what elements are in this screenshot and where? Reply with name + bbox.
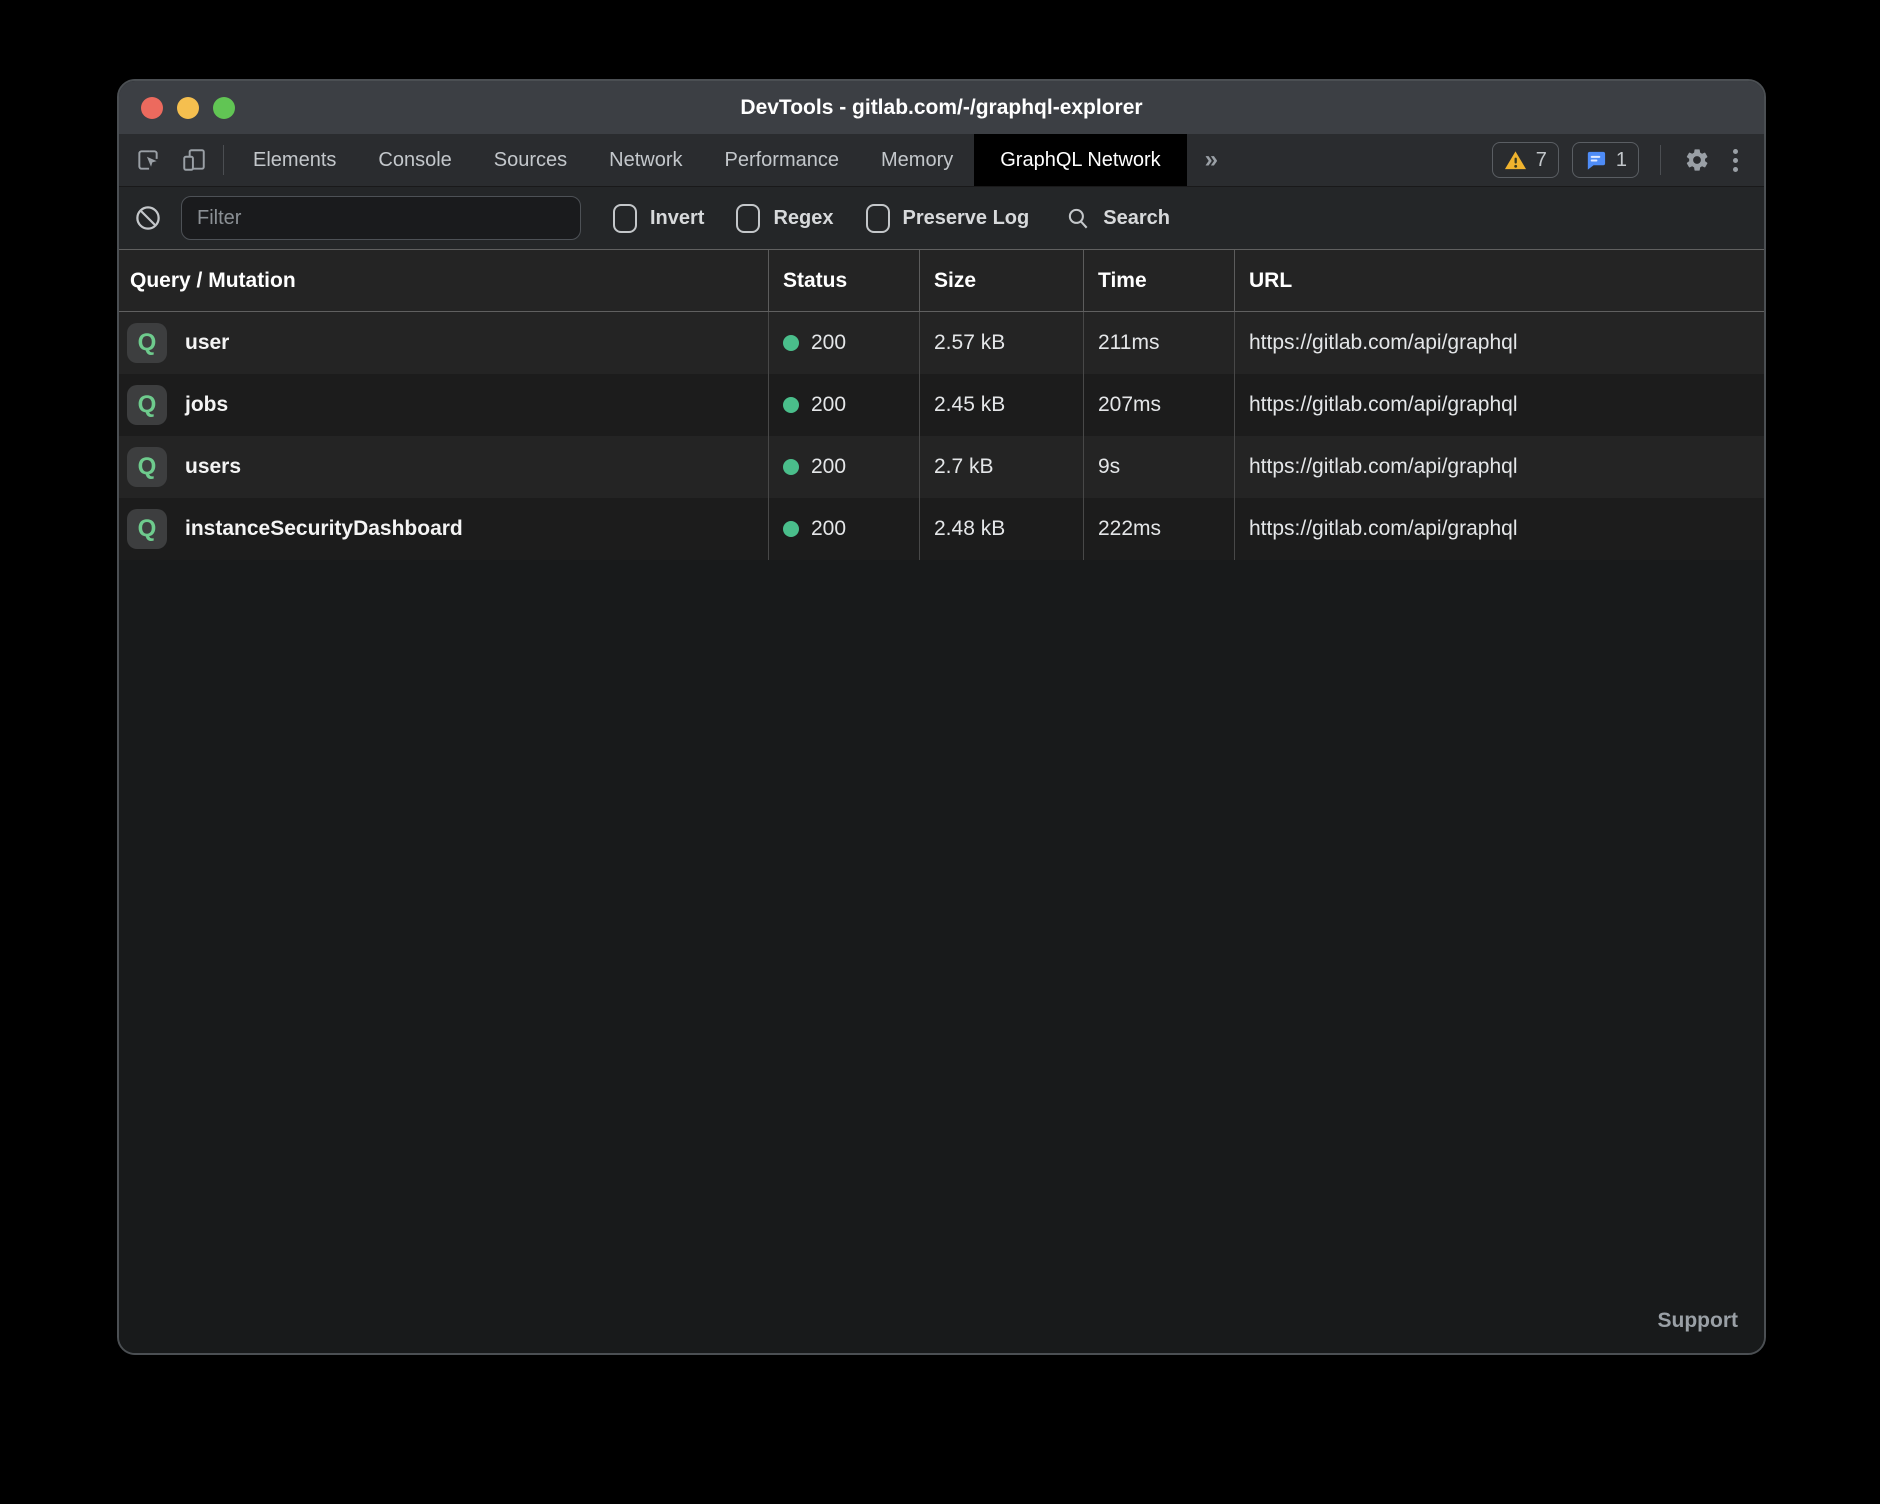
more-options-kebab-icon[interactable] — [1725, 149, 1746, 172]
table-row[interactable]: Q users 200 2.7 kB 9s https://gitlab.com… — [119, 436, 1764, 498]
query-type-badge: Q — [127, 323, 167, 363]
response-time: 207ms — [1083, 374, 1234, 436]
response-size: 2.48 kB — [919, 498, 1083, 560]
tab-memory[interactable]: Memory — [860, 134, 974, 186]
inspect-element-icon[interactable] — [133, 145, 163, 175]
table-row[interactable]: Q user 200 2.57 kB 211ms https://gitlab.… — [119, 312, 1764, 374]
tab-performance[interactable]: Performance — [704, 134, 861, 186]
toolbar-divider — [223, 145, 224, 175]
regex-label: Regex — [773, 207, 833, 230]
invert-checkbox-group: Invert — [613, 204, 704, 233]
query-name: instanceSecurityDashboard — [185, 517, 463, 541]
status-dot — [783, 459, 799, 475]
filter-input[interactable] — [181, 196, 581, 240]
minimize-window-button[interactable] — [177, 97, 199, 119]
response-time: 211ms — [1083, 312, 1234, 374]
preserve-log-label: Preserve Log — [903, 207, 1030, 230]
request-url: https://gitlab.com/api/graphql — [1234, 436, 1764, 498]
column-header-size: Size — [919, 250, 1083, 311]
search-control[interactable]: Search — [1065, 205, 1170, 231]
tab-elements[interactable]: Elements — [232, 134, 357, 186]
badge-divider — [1660, 145, 1661, 175]
column-header-status: Status — [768, 250, 919, 311]
status-dot — [783, 397, 799, 413]
issues-count: 1 — [1616, 149, 1627, 172]
query-type-badge: Q — [127, 385, 167, 425]
message-icon — [1584, 149, 1607, 172]
tab-sources[interactable]: Sources — [473, 134, 588, 186]
device-toolbar-icon[interactable] — [179, 145, 209, 175]
settings-gear-icon[interactable] — [1682, 145, 1712, 175]
status-code: 200 — [811, 393, 846, 417]
window-title: DevTools - gitlab.com/-/graphql-explorer — [119, 96, 1764, 120]
devtools-window: DevTools - gitlab.com/-/graphql-explorer… — [117, 79, 1766, 1355]
more-tabs-chevron[interactable]: » — [1187, 134, 1236, 186]
status-code: 200 — [811, 517, 846, 541]
response-size: 2.7 kB — [919, 436, 1083, 498]
request-url: https://gitlab.com/api/graphql — [1234, 312, 1764, 374]
tab-graphql-network[interactable]: GraphQL Network — [974, 134, 1186, 186]
status-dot — [783, 521, 799, 537]
tab-network[interactable]: Network — [588, 134, 703, 186]
traffic-lights — [141, 97, 235, 119]
table-row[interactable]: Q jobs 200 2.45 kB 207ms https://gitlab.… — [119, 374, 1764, 436]
column-header-url: URL — [1234, 250, 1764, 311]
query-type-badge: Q — [127, 509, 167, 549]
regex-checkbox-group: Regex — [736, 204, 833, 233]
request-url: https://gitlab.com/api/graphql — [1234, 374, 1764, 436]
filter-toolbar: Invert Regex Preserve Log Search — [119, 187, 1764, 249]
support-link[interactable]: Support — [1658, 1309, 1738, 1333]
invert-label: Invert — [650, 207, 704, 230]
request-url: https://gitlab.com/api/graphql — [1234, 498, 1764, 560]
close-window-button[interactable] — [141, 97, 163, 119]
status-code: 200 — [811, 331, 846, 355]
query-name: users — [185, 455, 241, 479]
status-dot — [783, 335, 799, 351]
response-time: 9s — [1083, 436, 1234, 498]
regex-checkbox[interactable] — [736, 204, 760, 233]
issues-badge[interactable]: 1 — [1572, 142, 1639, 178]
preserve-log-checkbox[interactable] — [866, 204, 890, 233]
empty-results-area: Support — [119, 560, 1764, 1353]
warnings-badge[interactable]: 7 — [1492, 142, 1559, 178]
warnings-count: 7 — [1536, 149, 1547, 172]
query-name: user — [185, 331, 229, 355]
column-header-time: Time — [1083, 250, 1234, 311]
search-icon — [1065, 205, 1091, 231]
query-type-badge: Q — [127, 447, 167, 487]
devtools-tab-bar: Elements Console Sources Network Perform… — [119, 134, 1764, 187]
search-label: Search — [1103, 207, 1170, 230]
warning-icon — [1504, 149, 1527, 172]
preserve-log-checkbox-group: Preserve Log — [866, 204, 1030, 233]
title-bar: DevTools - gitlab.com/-/graphql-explorer — [119, 81, 1764, 134]
invert-checkbox[interactable] — [613, 204, 637, 233]
clear-log-icon[interactable] — [133, 203, 163, 233]
panel-tabs: Elements Console Sources Network Perform… — [232, 134, 1236, 186]
response-size: 2.45 kB — [919, 374, 1083, 436]
response-time: 222ms — [1083, 498, 1234, 560]
response-size: 2.57 kB — [919, 312, 1083, 374]
zoom-window-button[interactable] — [213, 97, 235, 119]
tab-console[interactable]: Console — [357, 134, 472, 186]
query-name: jobs — [185, 393, 228, 417]
status-code: 200 — [811, 455, 846, 479]
table-header-row: Query / Mutation Status Size Time URL — [119, 249, 1764, 312]
column-header-query: Query / Mutation — [119, 250, 768, 311]
table-row[interactable]: Q instanceSecurityDashboard 200 2.48 kB … — [119, 498, 1764, 560]
